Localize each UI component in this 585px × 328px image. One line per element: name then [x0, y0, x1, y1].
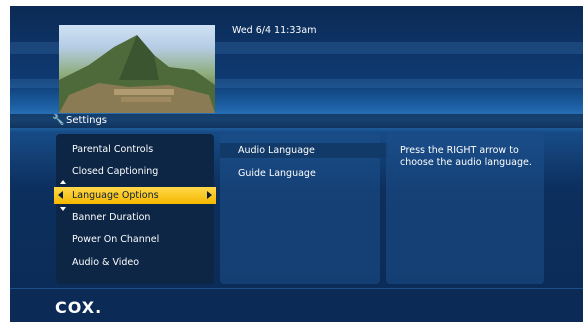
- chevron-left-icon: [58, 191, 63, 199]
- menu-item-power-on-channel[interactable]: Power On Channel: [72, 234, 159, 245]
- wrench-icon: 🔧: [52, 115, 65, 126]
- help-panel: Press the RIGHT arrow to choose the audi…: [386, 134, 544, 284]
- menu-item-parental-controls[interactable]: Parental Controls: [72, 144, 153, 155]
- submenu-panel: Audio Language Guide Language: [220, 134, 388, 284]
- date-time: Wed 6/4 11:33am: [232, 25, 317, 36]
- settings-menu: Parental Controls Closed Captioning Lang…: [54, 134, 216, 284]
- menu-item-label: Language Options: [72, 190, 159, 201]
- menu-item-language-options[interactable]: Language Options: [54, 187, 216, 204]
- submenu-item-audio-language[interactable]: Audio Language: [238, 145, 315, 156]
- menu-item-banner-duration[interactable]: Banner Duration: [72, 212, 150, 223]
- title-bar: 🔧 Settings: [10, 114, 583, 128]
- help-text: Press the RIGHT arrow to choose the audi…: [400, 145, 532, 168]
- chevron-right-icon: [207, 191, 212, 199]
- mountain-image: [59, 35, 215, 113]
- footer: COX.: [10, 288, 583, 322]
- submenu-item-guide-language[interactable]: Guide Language: [238, 168, 316, 179]
- cox-logo: COX.: [55, 298, 103, 317]
- menu-item-closed-captioning[interactable]: Closed Captioning: [72, 166, 158, 177]
- tv-screen: Wed 6/4 11:33am 🔧 Settings Parental Cont…: [10, 6, 583, 322]
- video-preview: [59, 25, 215, 113]
- chevron-up-icon: [60, 180, 66, 184]
- menu-item-audio-video[interactable]: Audio & Video: [72, 257, 139, 268]
- page-title: Settings: [66, 115, 108, 126]
- chevron-down-icon: [60, 207, 66, 211]
